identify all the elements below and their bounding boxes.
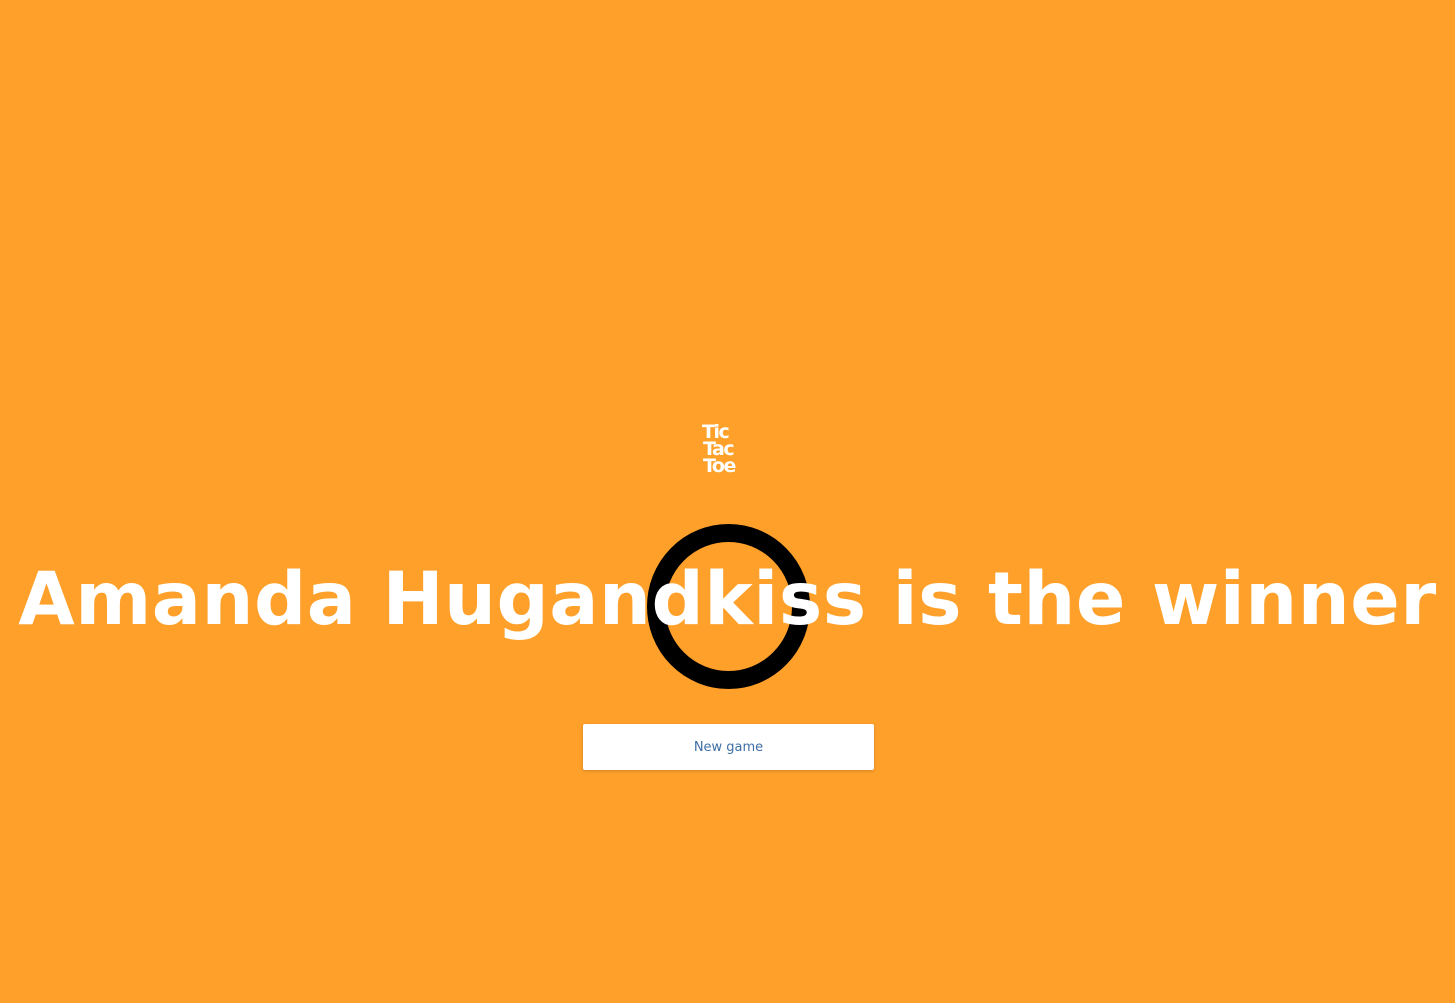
game-over-screen: Tic Tac Toe Amanda Hugandkiss is the win… (0, 0, 1455, 1003)
tic-tac-toe-logo: Tic Tac Toe (702, 423, 754, 482)
new-game-button[interactable]: New game (583, 724, 874, 770)
logo-line-toe: Toe (703, 455, 736, 477)
winner-heading: Amanda Hugandkiss is the winner (18, 557, 1437, 642)
